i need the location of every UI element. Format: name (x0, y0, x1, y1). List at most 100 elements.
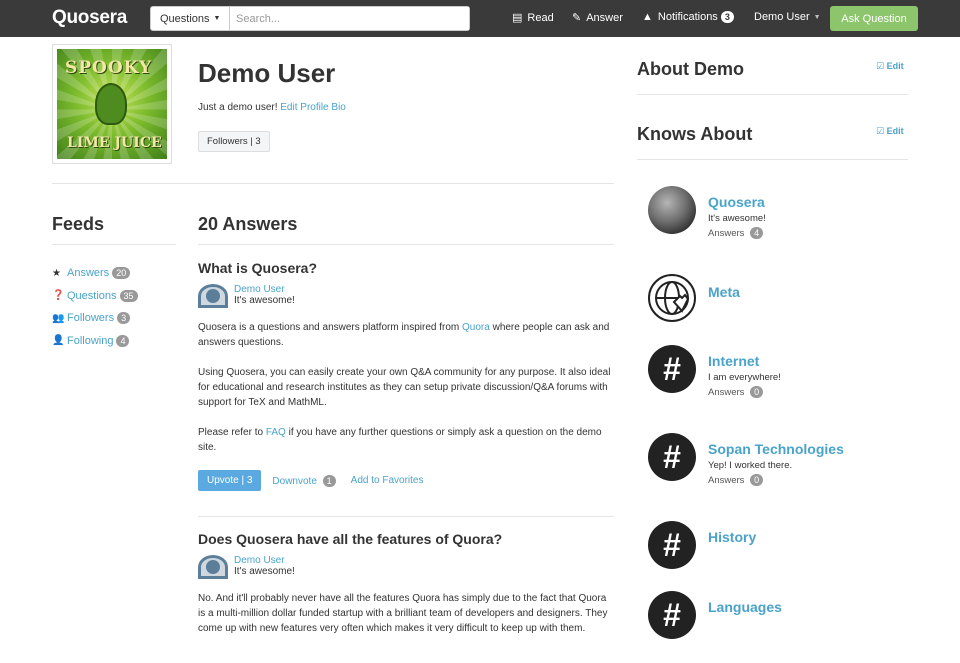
brand-logo[interactable]: Quosera (52, 7, 127, 29)
nav-user-menu[interactable]: Demo User ▼ (754, 11, 821, 23)
question-icon: ❓ (52, 290, 65, 302)
nav-answer[interactable]: ✎ Answer (572, 11, 623, 25)
top-navbar: Quosera Questions ▼ ▤ Read ✎ Answer ▲ No… (0, 0, 960, 37)
user-avatar-icon[interactable] (198, 555, 228, 579)
count-badge: 0 (750, 386, 764, 398)
feed-item-label[interactable]: Answers (67, 267, 109, 279)
topic-item[interactable]: # Languages (648, 591, 782, 639)
faq-link[interactable]: FAQ (266, 427, 286, 438)
count-badge: 35 (119, 289, 138, 302)
search-scope-select[interactable]: Questions ▼ (151, 7, 230, 30)
edit-about-link[interactable]: ☑ Edit (876, 61, 904, 72)
topic-name[interactable]: Quosera (708, 194, 766, 210)
topic-item[interactable]: Meta (648, 274, 740, 322)
answer-author: Demo User It's awesome! (198, 555, 614, 579)
hash-icon: # (648, 591, 696, 639)
nav-read-label: Read (527, 11, 554, 24)
author-name-link[interactable]: Demo User (234, 555, 285, 566)
profile-bio: Just a demo user! Edit Profile Bio (198, 102, 346, 113)
topic-item[interactable]: # Internet I am everywhere! Answers 0 (648, 345, 781, 398)
topic-name[interactable]: Internet (708, 353, 781, 369)
avatar-image: SPOOKY LIME JUICE (57, 49, 167, 159)
add-to-favorites-link[interactable]: Add to Favorites (351, 475, 424, 486)
answer-card: What is Quosera? Demo User It's awesome!… (198, 260, 614, 491)
feeds-heading: Feeds (52, 214, 105, 234)
answers-label: Answers (708, 228, 745, 239)
quora-link[interactable]: Quora (462, 322, 490, 333)
nav-notifications[interactable]: ▲ Notifications 3 (642, 11, 734, 23)
search-bar: Questions ▼ (150, 6, 470, 31)
count-badge: 3 (117, 312, 131, 325)
feed-item-followers[interactable]: 👥 Followers 3 (52, 307, 138, 330)
feed-item-answers[interactable]: ★ Answers 20 (52, 262, 138, 285)
divider (637, 159, 908, 160)
answer-text: Quosera is a questions and answers platf… (198, 322, 463, 333)
author-tagline: It's awesome! (234, 295, 295, 306)
avatar-figure (95, 83, 127, 125)
avatar-logo-top: SPOOKY (65, 58, 153, 78)
hash-icon: # (648, 521, 696, 569)
topic-name[interactable]: History (708, 529, 756, 545)
topic-description: It's awesome! (708, 213, 766, 224)
edit-icon: ☑ (876, 126, 885, 136)
topic-item[interactable]: # History (648, 521, 756, 569)
question-title[interactable]: What is Quosera? (198, 260, 614, 276)
answer-author: Demo User It's awesome! (198, 284, 614, 308)
divider (198, 244, 614, 245)
profile-avatar[interactable]: SPOOKY LIME JUICE (52, 44, 172, 164)
divider (52, 183, 614, 184)
followers-button[interactable]: Followers | 3 (198, 131, 270, 152)
feed-item-following[interactable]: 👤 Following 4 (52, 330, 138, 353)
notifications-count-badge: 3 (720, 11, 734, 23)
book-icon: ▤ (512, 12, 523, 24)
edit-icon: ☑ (876, 61, 885, 71)
topic-answers: Answers 4 (708, 227, 766, 239)
caret-down-icon: ▼ (813, 13, 821, 21)
answers-label: Answers (708, 475, 745, 486)
count-badge: 0 (750, 474, 764, 486)
answer-paragraph: Please refer to FAQ if you have any furt… (198, 425, 614, 455)
topic-name[interactable]: Meta (708, 284, 740, 300)
topic-answers: Answers 0 (708, 474, 844, 486)
hash-icon: # (648, 345, 696, 393)
user-icon: 👤 (52, 335, 65, 347)
topic-item[interactable]: # Sopan Technologies Yep! I worked there… (648, 433, 844, 486)
knows-about-heading: Knows About (637, 124, 753, 144)
edit-knows-about-link[interactable]: ☑ Edit (876, 126, 904, 137)
count-badge: 20 (112, 267, 131, 280)
author-name-link[interactable]: Demo User (234, 284, 285, 295)
downvote-link[interactable]: Downvote 1 (272, 474, 336, 487)
answer-text: Please refer to (198, 427, 266, 438)
answers-heading: 20 Answers (198, 214, 298, 234)
caret-down-icon: ▼ (213, 15, 221, 22)
answer-body: No. And it'll probably never have all th… (198, 591, 614, 636)
feed-item-questions[interactable]: ❓ Questions 35 (52, 285, 138, 308)
search-input[interactable] (230, 7, 469, 30)
answers-label: Answers (708, 387, 745, 398)
answer-paragraph: Using Quosera, you can easily create you… (198, 367, 611, 408)
edit-icon: ✎ (572, 12, 582, 24)
star-icon: ★ (52, 267, 61, 279)
topic-item[interactable]: Quosera It's awesome! Answers 4 (648, 186, 766, 239)
upvote-button[interactable]: Upvote | 3 (198, 470, 262, 491)
count-badge: 4 (750, 227, 764, 239)
about-heading: About Demo (637, 59, 744, 79)
answer-card: Does Quosera have all the features of Qu… (198, 531, 614, 636)
nav-user-label: Demo User (754, 11, 810, 23)
feed-item-label[interactable]: Following (67, 335, 113, 347)
ask-question-button[interactable]: Ask Question (830, 6, 918, 31)
topic-name[interactable]: Sopan Technologies (708, 441, 844, 457)
feed-item-label[interactable]: Followers (67, 312, 114, 324)
profile-name: Demo User (198, 58, 336, 88)
bell-icon: ▲ (642, 11, 653, 23)
question-title[interactable]: Does Quosera have all the features of Qu… (198, 531, 614, 547)
user-avatar-icon[interactable] (198, 284, 228, 308)
feed-item-label[interactable]: Questions (67, 290, 117, 302)
divider (52, 244, 176, 245)
search-scope-label: Questions (160, 12, 210, 25)
nav-read[interactable]: ▤ Read (512, 11, 554, 25)
avatar-logo-bottom: LIME JUICE (67, 135, 162, 151)
edit-bio-link[interactable]: Edit Profile Bio (280, 102, 346, 113)
profile-bio-text: Just a demo user! (198, 102, 278, 113)
topic-name[interactable]: Languages (708, 599, 782, 615)
